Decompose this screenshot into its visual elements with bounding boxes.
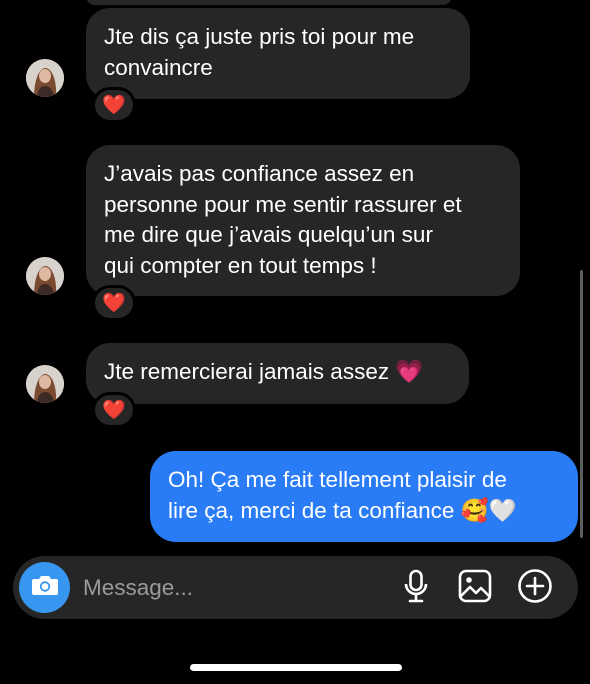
received-message-bubble[interactable]: Jte dis ça juste pris toi pour me convai… bbox=[86, 8, 470, 99]
previous-message-bubble-edge bbox=[86, 0, 452, 5]
microphone-button[interactable] bbox=[398, 569, 434, 608]
gallery-button[interactable] bbox=[457, 569, 493, 608]
sender-avatar[interactable] bbox=[26, 365, 64, 403]
message-input[interactable] bbox=[83, 556, 383, 619]
gallery-icon bbox=[458, 569, 492, 608]
sent-message-bubble[interactable]: Oh! Ça me fait tellement plaisir de lire… bbox=[150, 451, 578, 542]
scrollbar[interactable] bbox=[580, 270, 583, 538]
message-composer bbox=[13, 556, 578, 619]
home-indicator[interactable] bbox=[190, 664, 402, 671]
sender-avatar[interactable] bbox=[26, 257, 64, 295]
add-button[interactable] bbox=[517, 568, 553, 609]
heart-reaction[interactable]: ❤️ bbox=[92, 392, 136, 428]
microphone-icon bbox=[404, 569, 428, 608]
received-message-bubble[interactable]: Jte remercierai jamais assez 💗 bbox=[86, 343, 469, 404]
received-message-bubble[interactable]: J’avais pas confiance assez en personne … bbox=[86, 145, 520, 296]
heart-reaction[interactable]: ❤️ bbox=[92, 87, 136, 123]
sender-avatar[interactable] bbox=[26, 59, 64, 97]
camera-button[interactable] bbox=[19, 562, 70, 613]
camera-icon bbox=[31, 573, 59, 602]
add-icon bbox=[517, 568, 553, 609]
heart-reaction[interactable]: ❤️ bbox=[92, 285, 136, 321]
